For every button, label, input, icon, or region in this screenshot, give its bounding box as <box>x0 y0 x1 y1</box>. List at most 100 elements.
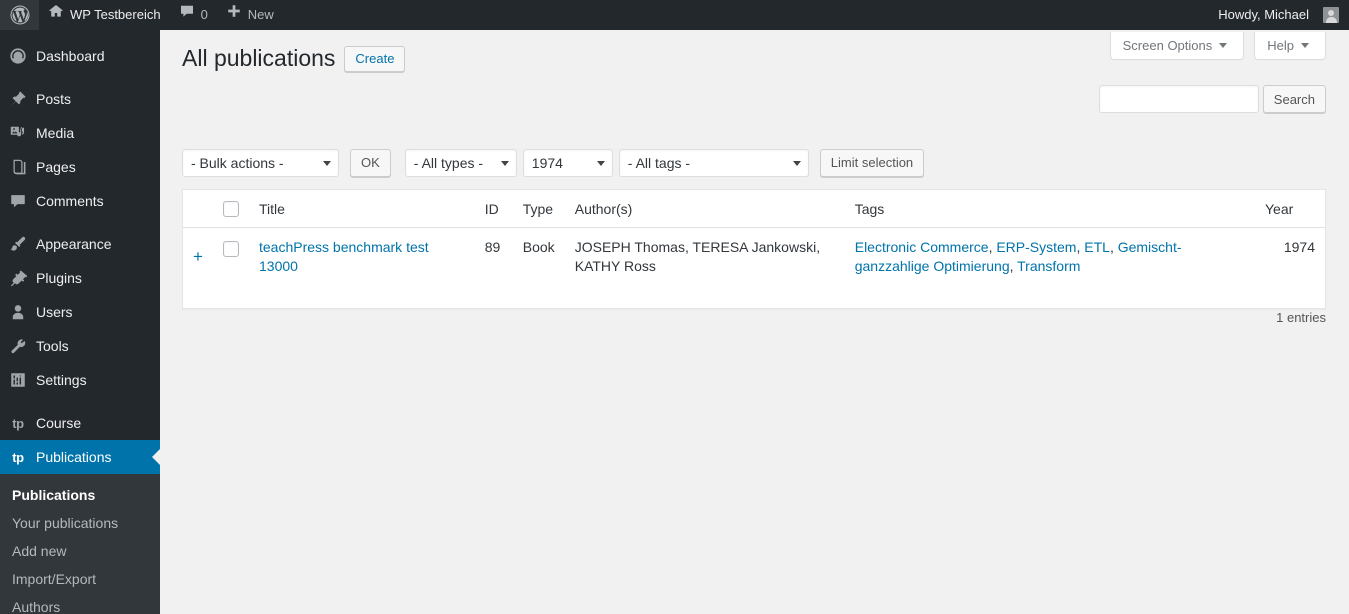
comments-count: 0 <box>200 7 208 22</box>
submenu-item-add-new[interactable]: Add new <box>0 537 160 565</box>
create-button[interactable]: Create <box>344 45 406 72</box>
column-title[interactable]: Title <box>249 190 475 229</box>
search-box: Search <box>1098 85 1326 113</box>
table-row-spacer <box>183 286 1325 308</box>
media-icon <box>0 116 36 150</box>
sidebar-item-comments[interactable]: Comments <box>0 184 160 218</box>
chevron-down-icon <box>596 161 605 166</box>
column-expand <box>183 190 213 229</box>
bulk-actions-value: - Bulk actions - <box>191 155 284 171</box>
bulk-apply-button[interactable]: OK <box>350 149 391 177</box>
table-body: + teachPress benchmark test 13000 89 Boo… <box>183 228 1325 309</box>
sidebar-item-label: Tools <box>36 338 69 354</box>
menu-spacer-3 <box>0 397 160 406</box>
howdy-label: Howdy, Michael <box>1218 7 1309 22</box>
sidebar-item-label: Users <box>36 304 73 320</box>
sidebar-item-label: Course <box>36 415 82 431</box>
tag-link[interactable]: ETL <box>1084 239 1110 255</box>
sidebar-item-publications[interactable]: tp Publications <box>0 440 160 474</box>
sidebar-item-users[interactable]: Users <box>0 295 160 329</box>
row-type-cell: Book <box>522 239 555 256</box>
sidebar-item-plugins[interactable]: Plugins <box>0 261 160 295</box>
row-select-cell <box>213 228 249 287</box>
chevron-down-icon <box>1301 43 1309 48</box>
sidebar-item-tools[interactable]: Tools <box>0 329 160 363</box>
sidebar-item-label: Plugins <box>36 270 82 286</box>
tag-link[interactable]: ERP-System <box>996 239 1076 255</box>
tag-link[interactable]: Electronic Commerce <box>855 239 989 255</box>
publication-title-link[interactable]: teachPress benchmark test 13000 <box>259 239 429 274</box>
tag-separator: , <box>1109 239 1118 256</box>
column-select-all <box>213 190 249 229</box>
site-name-menu[interactable]: WP Testbereich <box>39 0 170 30</box>
admin-bar: WP Testbereich 0 New Howdy, Michael <box>0 0 1349 30</box>
dashboard-icon <box>0 39 36 73</box>
new-content-menu[interactable]: New <box>217 0 283 30</box>
tag-filter-value: - All tags - <box>627 155 691 171</box>
sidebar-item-posts[interactable]: Posts <box>0 82 160 116</box>
pin-icon <box>0 82 36 116</box>
type-filter-select[interactable]: - All types - <box>404 149 517 177</box>
wordpress-logo-button[interactable] <box>0 0 39 30</box>
tag-filter-select[interactable]: - All tags - <box>618 149 809 177</box>
column-tags[interactable]: Tags <box>844 190 1255 229</box>
row-year-cell: 1974 <box>1283 239 1315 256</box>
sidebar-item-label: Settings <box>36 372 87 388</box>
menu-spacer-1 <box>0 73 160 82</box>
help-label: Help <box>1267 37 1294 53</box>
sidebar-item-label: Publications <box>36 449 112 465</box>
chevron-down-icon <box>1219 43 1228 48</box>
sidebar-item-appearance[interactable]: Appearance <box>0 227 160 261</box>
bulk-actions-select[interactable]: - Bulk actions - <box>182 149 339 177</box>
year-filter-select[interactable]: 1974 <box>522 149 613 177</box>
admin-bar-left: WP Testbereich 0 New <box>0 0 283 30</box>
row-checkbox[interactable] <box>223 240 239 257</box>
plug-icon <box>0 261 36 295</box>
my-account-menu[interactable]: Howdy, Michael <box>1209 0 1343 30</box>
sidebar-item-pages[interactable]: Pages <box>0 150 160 184</box>
sliders-icon <box>0 363 36 397</box>
column-authors[interactable]: Author(s) <box>564 190 845 229</box>
column-id[interactable]: ID <box>474 190 513 229</box>
sidebar-item-media[interactable]: Media <box>0 116 160 150</box>
wordpress-logo-icon <box>10 5 30 25</box>
sidebar-item-label: Media <box>36 125 75 141</box>
sidebar-item-label: Comments <box>36 193 104 209</box>
comments-menu[interactable]: 0 <box>170 0 217 30</box>
tag-separator: , <box>1009 258 1018 275</box>
publications-table: Title ID Type Author(s) Tags Year + teac… <box>183 190 1325 308</box>
submenu-item-your-publications[interactable]: Your publications <box>0 509 160 537</box>
site-name-label: WP Testbereich <box>70 7 161 22</box>
menu-spacer-2 <box>0 218 160 227</box>
type-filter-value: - All types - <box>413 155 484 171</box>
submenu-item-publications[interactable]: Publications <box>0 481 160 509</box>
column-type[interactable]: Type <box>512 190 565 229</box>
search-input[interactable] <box>1098 85 1259 113</box>
help-button[interactable]: Help <box>1254 32 1326 60</box>
sidebar-item-label: Posts <box>36 91 72 107</box>
submenu-item-import-export[interactable]: Import/Export <box>0 565 160 593</box>
column-year[interactable]: Year <box>1255 190 1325 229</box>
search-button[interactable]: Search <box>1262 85 1326 113</box>
chevron-down-icon <box>792 161 801 166</box>
home-icon <box>48 0 64 30</box>
sidebar-item-label: Appearance <box>36 236 112 252</box>
screen-options-label: Screen Options <box>1122 37 1213 53</box>
row-title-cell: teachPress benchmark test 13000 <box>249 228 475 287</box>
sidebar-item-settings[interactable]: Settings <box>0 363 160 397</box>
row-authors-cell: JOSEPH Thomas, TERESA Jankowski, KATHY R… <box>574 239 821 275</box>
select-all-checkbox[interactable] <box>223 201 239 218</box>
page-title: All publications <box>182 45 336 71</box>
year-filter-value: 1974 <box>531 155 563 171</box>
sidebar-item-course[interactable]: tp Course <box>0 406 160 440</box>
expand-row-icon[interactable]: + <box>193 248 203 265</box>
sidebar-item-dashboard[interactable]: Dashboard <box>0 39 160 73</box>
tag-link[interactable]: Transform <box>1017 258 1080 274</box>
limit-selection-button[interactable]: Limit selection <box>819 149 925 177</box>
user-avatar-icon <box>1323 7 1339 23</box>
submenu-item-authors[interactable]: Authors <box>0 593 160 614</box>
spacer-cell <box>183 286 1325 308</box>
wrench-icon <box>0 329 36 363</box>
screen-options-button[interactable]: Screen Options <box>1109 32 1245 60</box>
user-icon <box>0 295 36 329</box>
